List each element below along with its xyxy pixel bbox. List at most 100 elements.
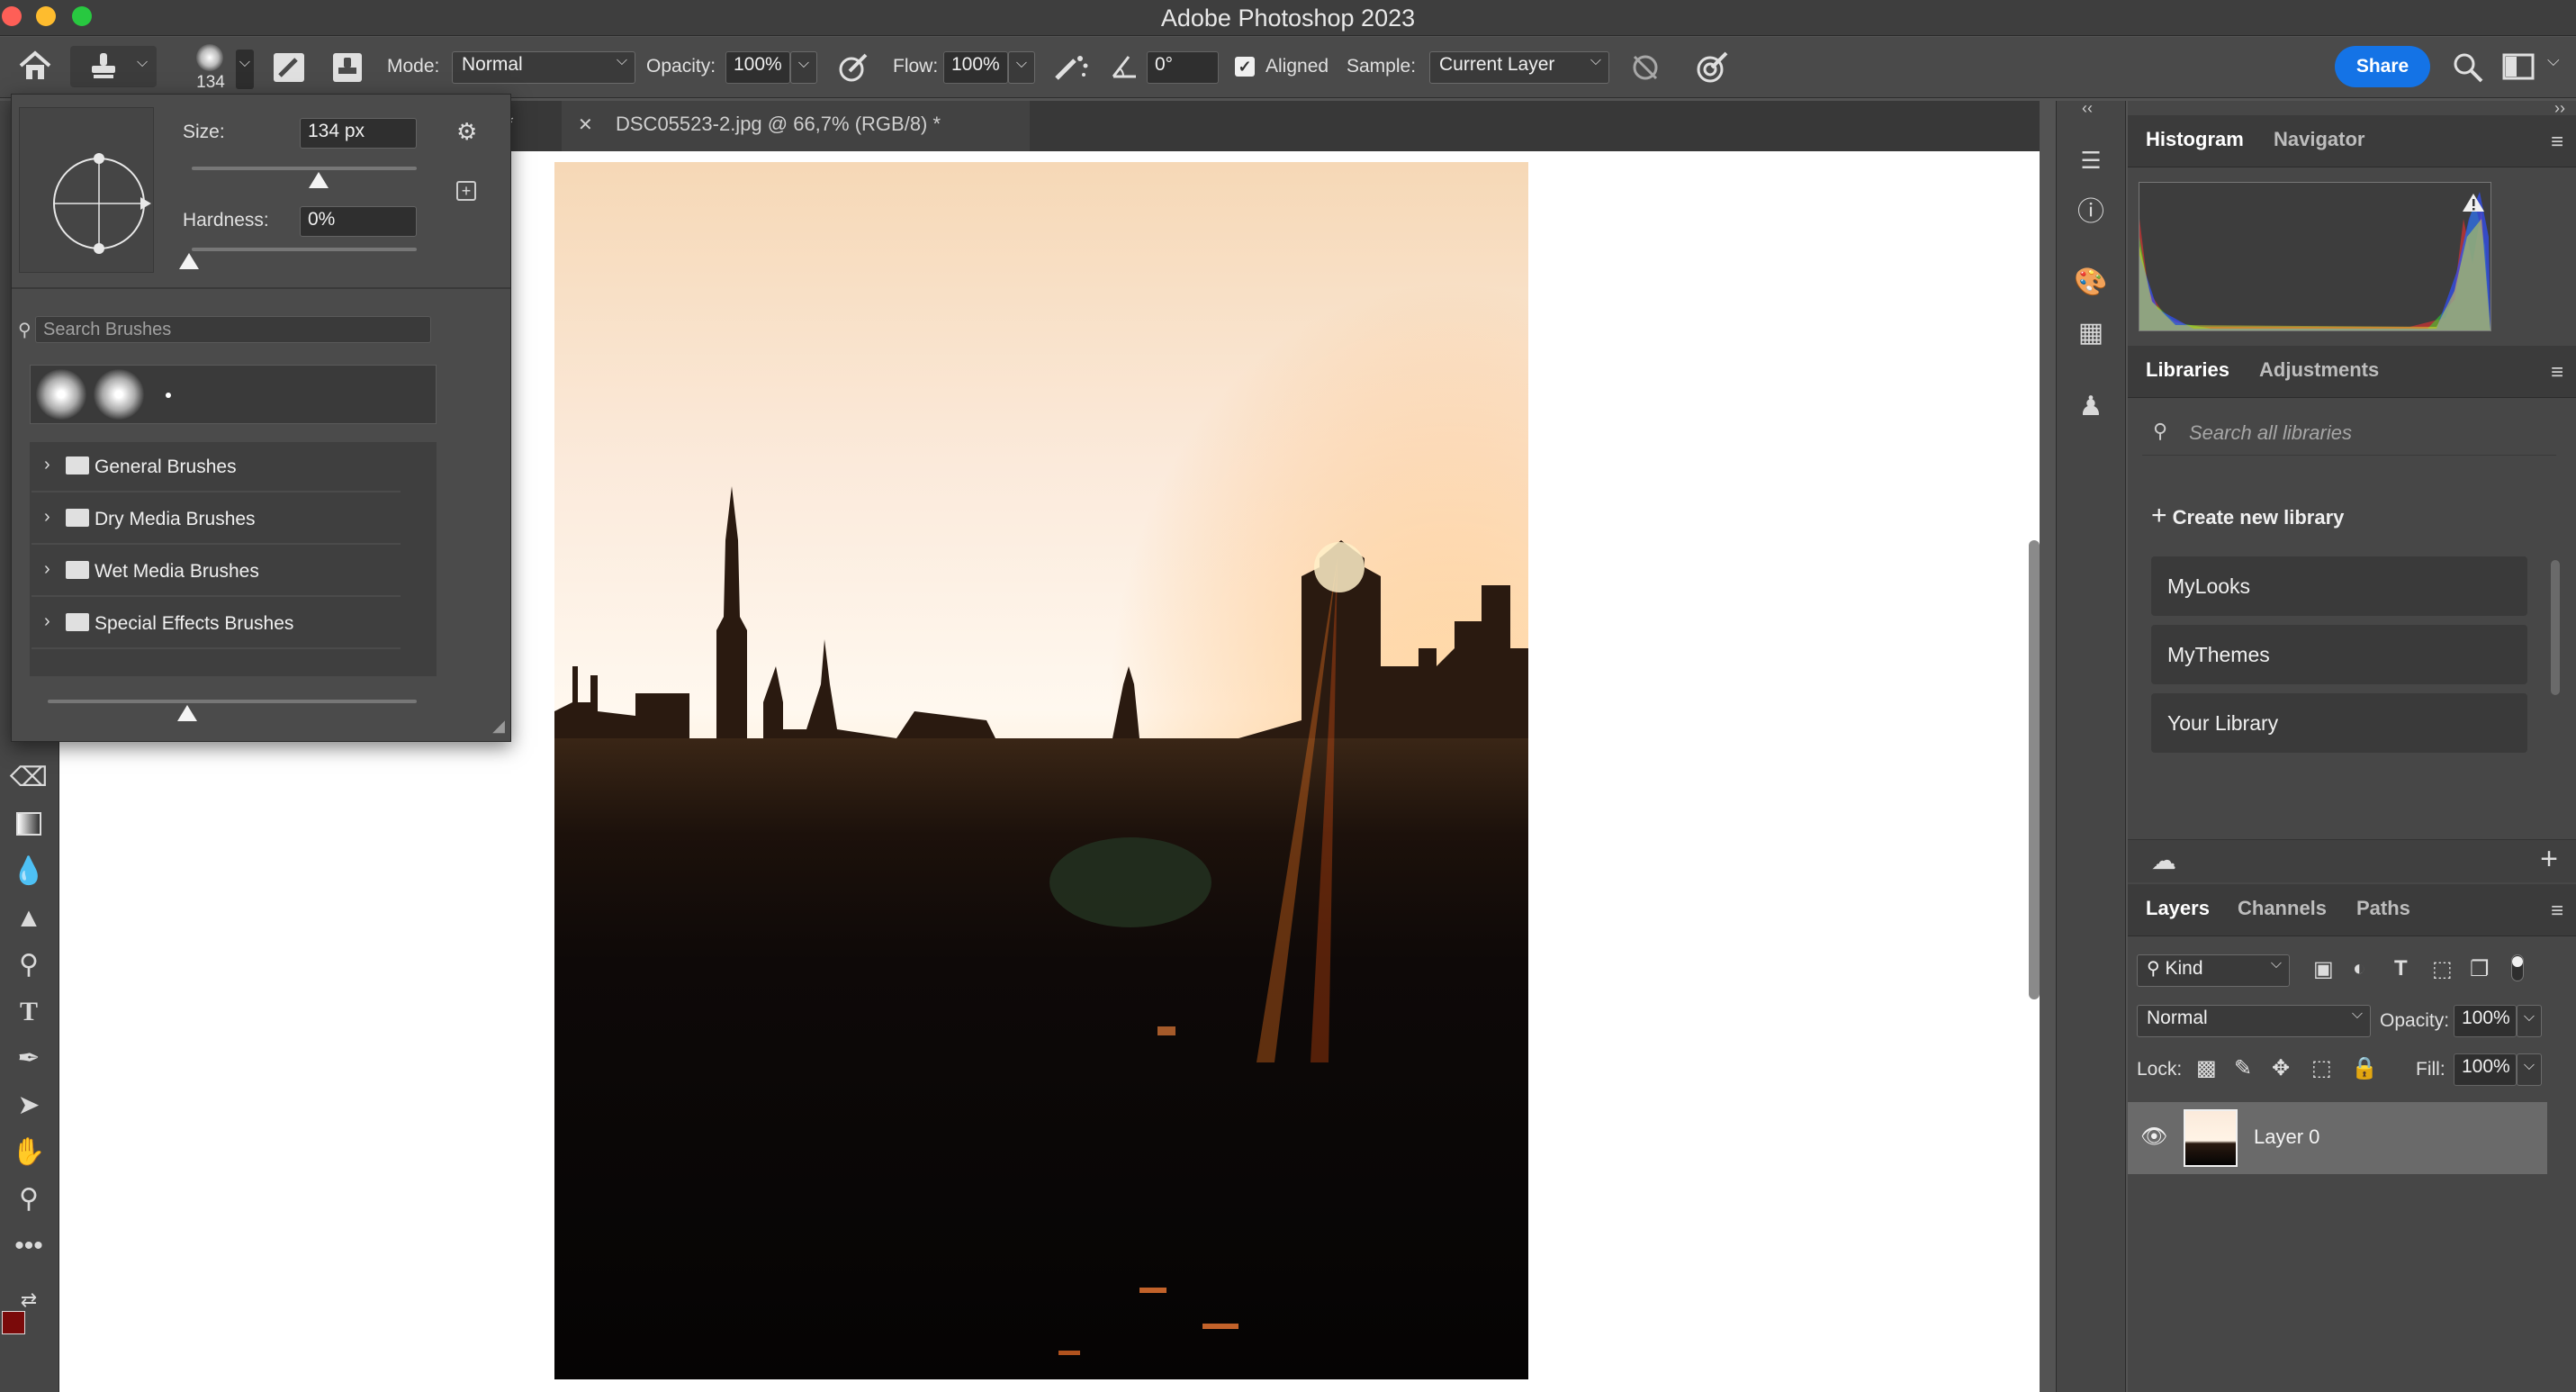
zoom-tool-icon[interactable]: ⚲ xyxy=(9,1180,49,1219)
lock-all-icon[interactable]: 🔒 xyxy=(2351,1055,2378,1081)
opacity-input[interactable]: 100% xyxy=(725,51,790,84)
hand-tool-icon[interactable]: ✋ xyxy=(9,1133,49,1172)
filter-adjustment-icon[interactable]: ◐ xyxy=(2353,956,2366,981)
tab-channels[interactable]: Channels xyxy=(2238,897,2327,920)
eye-visibility-icon[interactable]: 👁 xyxy=(2140,1124,2167,1150)
layer-filter-kind-select[interactable]: ⚲ Kind ⌵ xyxy=(2137,954,2290,987)
ignore-adjustment-icon[interactable] xyxy=(1629,51,1662,84)
libraries-search[interactable]: ⚲ Search all libraries xyxy=(2142,412,2556,456)
tool-presets-icon[interactable]: ▦ xyxy=(2071,313,2111,353)
document-tab[interactable]: ✕ DSC05523-2.jpg @ 66,7% (RGB/8) * xyxy=(562,101,1030,151)
flow-input[interactable]: 100% xyxy=(943,51,1008,84)
cloud-icon[interactable]: ☁ xyxy=(2151,845,2176,875)
layer-opacity-toggle[interactable]: ⌵ xyxy=(2517,1005,2542,1037)
filter-smart-object-icon[interactable]: ❐ xyxy=(2470,956,2490,982)
hard-brush-swatch[interactable] xyxy=(166,393,171,398)
chevron-down-icon[interactable]: ⌵ xyxy=(2547,51,2560,70)
pen-tool-icon[interactable]: ✒ xyxy=(9,1039,49,1079)
eraser-tool-icon[interactable]: ⌫ xyxy=(9,758,49,798)
size-input[interactable]: 134 px xyxy=(300,118,417,149)
filter-pixel-icon[interactable]: ▣ xyxy=(2313,956,2334,982)
brush-folder[interactable]: › Special Effects Brushes xyxy=(32,599,401,649)
opacity-slider-toggle[interactable]: ⌵ xyxy=(790,51,817,84)
gear-icon[interactable]: ⚙ xyxy=(456,118,477,146)
hardness-slider[interactable] xyxy=(192,248,417,251)
brush-picker-chevron[interactable]: ⌵ xyxy=(236,50,254,89)
lock-image-icon[interactable]: ✎ xyxy=(2234,1055,2252,1081)
library-item[interactable]: MyThemes xyxy=(2151,625,2527,684)
libraries-scrollbar[interactable] xyxy=(2551,560,2560,695)
tab-paths[interactable]: Paths xyxy=(2356,897,2410,920)
size-slider-handle[interactable] xyxy=(309,172,329,188)
flow-slider-toggle[interactable]: ⌵ xyxy=(1008,51,1035,84)
clone-source-icon[interactable] xyxy=(331,51,364,84)
close-tab-icon[interactable]: ✕ xyxy=(578,113,593,136)
mode-select[interactable]: Normal ⌵ xyxy=(452,51,635,84)
tab-adjustments[interactable]: Adjustments xyxy=(2259,358,2379,382)
preview-size-slider[interactable] xyxy=(48,700,417,703)
hardness-input[interactable]: 0% xyxy=(300,206,417,237)
lock-transparent-icon[interactable]: ▩ xyxy=(2196,1055,2217,1081)
filter-type-icon[interactable]: T xyxy=(2394,956,2408,981)
library-item[interactable]: MyLooks xyxy=(2151,556,2527,616)
resize-grip-icon[interactable]: ◢ xyxy=(492,717,505,736)
warning-icon[interactable] xyxy=(2462,192,2485,213)
add-icon[interactable]: + xyxy=(2540,842,2558,877)
brush-settings-icon[interactable] xyxy=(272,51,306,84)
soft-brush-swatch[interactable] xyxy=(94,369,144,420)
share-button[interactable]: Share xyxy=(2335,46,2430,87)
filter-toggle[interactable] xyxy=(2511,954,2524,981)
collapse-panels-icon[interactable]: ‹‹ xyxy=(2082,99,2093,118)
brush-folder[interactable]: › Dry Media Brushes xyxy=(32,494,401,545)
layer-row[interactable]: 👁 Layer 0 xyxy=(2128,1102,2547,1174)
type-tool-icon[interactable]: T xyxy=(9,992,49,1032)
blend-mode-select[interactable]: Normal ⌵ xyxy=(2137,1005,2371,1037)
stamp-panel-icon[interactable]: ♟ xyxy=(2071,387,2111,427)
gradient-tool-icon[interactable] xyxy=(9,805,49,845)
fill-input[interactable]: 100% xyxy=(2454,1053,2517,1086)
panel-menu-icon[interactable]: ≡ xyxy=(2551,130,2563,155)
canvas-vertical-scrollbar[interactable] xyxy=(2029,540,2040,999)
lock-artboard-icon[interactable]: ⬚ xyxy=(2311,1055,2332,1081)
layer-opacity-input[interactable]: 100% xyxy=(2454,1005,2517,1037)
size-slider[interactable] xyxy=(192,167,417,170)
tab-navigator[interactable]: Navigator xyxy=(2274,128,2364,151)
brush-angle-preview[interactable] xyxy=(19,107,154,273)
properties-icon[interactable]: ☰ xyxy=(2071,140,2111,180)
dodge-tool-icon[interactable]: ⚲ xyxy=(9,945,49,985)
filter-shape-icon[interactable]: ⬚ xyxy=(2432,956,2453,982)
sharpen-tool-icon[interactable]: ▲ xyxy=(9,899,49,938)
airbrush-icon[interactable] xyxy=(1053,51,1091,84)
info-icon[interactable]: ⓘ xyxy=(2071,193,2111,232)
panel-menu-icon[interactable]: ≡ xyxy=(2551,360,2563,385)
tab-histogram[interactable]: Histogram xyxy=(2146,128,2244,151)
fill-toggle[interactable]: ⌵ xyxy=(2517,1053,2542,1086)
angle-input[interactable]: 0° xyxy=(1147,51,1219,84)
brush-search-field[interactable]: ⚲ Search Brushes xyxy=(18,316,431,343)
tab-layers[interactable]: Layers xyxy=(2146,897,2210,920)
pressure-size-icon[interactable] xyxy=(1694,50,1730,86)
foreground-color-swatch[interactable] xyxy=(2,1311,25,1334)
create-new-library-button[interactable]: + Create new library xyxy=(2151,501,2344,531)
search-icon[interactable] xyxy=(2452,51,2484,84)
brush-preset-picker[interactable]: 134 xyxy=(185,42,236,96)
chevron-right-icon[interactable]: › xyxy=(44,611,50,632)
brush-folder[interactable]: › Wet Media Brushes xyxy=(32,547,401,597)
document-image[interactable] xyxy=(554,162,1528,1379)
tab-libraries[interactable]: Libraries xyxy=(2146,358,2229,382)
hardness-slider-handle[interactable] xyxy=(179,253,199,269)
brush-folder[interactable]: › General Brushes xyxy=(32,442,401,493)
soft-brush-swatch[interactable] xyxy=(36,369,86,420)
more-tools-icon[interactable]: ••• xyxy=(9,1226,49,1266)
chevron-right-icon[interactable]: › xyxy=(44,559,50,580)
panel-menu-icon[interactable]: ≡ xyxy=(2551,899,2563,924)
chevron-right-icon[interactable]: › xyxy=(44,455,50,475)
new-preset-icon[interactable]: + xyxy=(456,181,476,201)
blur-tool-icon[interactable]: 💧 xyxy=(9,852,49,891)
chevron-right-icon[interactable]: › xyxy=(44,507,50,528)
preview-size-slider-handle[interactable] xyxy=(177,705,197,721)
lock-position-icon[interactable]: ✥ xyxy=(2272,1055,2290,1081)
path-selection-tool-icon[interactable]: ➤ xyxy=(9,1086,49,1125)
home-icon[interactable] xyxy=(18,50,52,82)
clone-source-panel-icon[interactable]: 🎨 xyxy=(2071,263,2111,303)
